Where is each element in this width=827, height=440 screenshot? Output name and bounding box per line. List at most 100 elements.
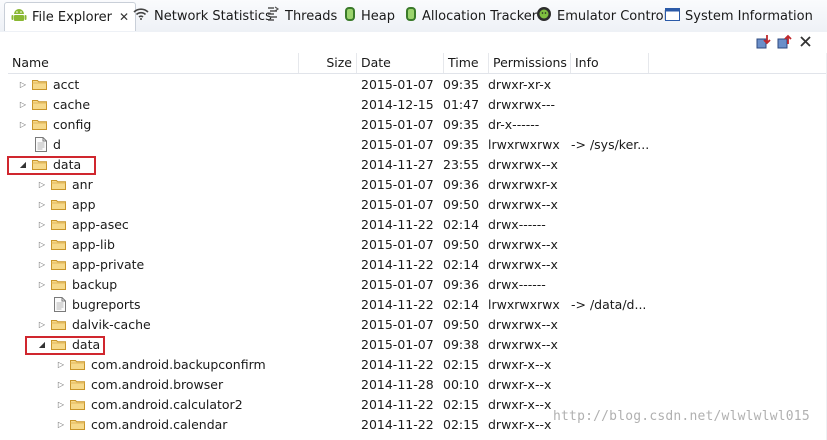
row-date: 2015-01-07 [361, 317, 434, 332]
row-permissions: drwxrwx--x [488, 157, 558, 172]
column-header-time[interactable]: Time [444, 53, 489, 73]
folder-icon [70, 359, 85, 370]
row-date: 2015-01-07 [361, 237, 434, 252]
row-time: 09:36 [443, 177, 480, 192]
push-file-icon[interactable] [777, 34, 792, 49]
column-header-size[interactable]: Size [299, 53, 357, 73]
row-date: 2015-01-07 [361, 337, 434, 352]
table-row[interactable]: ▷ acct 2015-01-07 09:35 drwxr-xr-x [0, 75, 827, 95]
row-name: backup [72, 277, 118, 292]
close-icon[interactable]: ✕ [119, 10, 129, 24]
tab-heap[interactable]: Heap [344, 3, 395, 29]
tab-file-explorer[interactable]: File Explorer ✕ [4, 2, 137, 31]
expand-arrow-icon[interactable]: ▷ [56, 355, 66, 375]
row-date: 2014-11-27 [361, 157, 434, 172]
folder-icon [32, 79, 47, 90]
row-name: app-asec [72, 217, 129, 232]
expand-arrow-icon[interactable]: ▷ [37, 195, 47, 215]
row-time: 02:15 [443, 357, 480, 372]
table-row[interactable]: ▷ com.android.browser 2014-11-28 00:10 drwxr… [0, 375, 827, 395]
expand-arrow-icon[interactable]: ▷ [18, 75, 28, 95]
row-name: app-lib [72, 237, 115, 252]
row-date: 2014-11-22 [361, 297, 434, 312]
file-tree: ▷ acct 2015-01-07 09:35 drwxr-xr-x ▷ cache 2014… [0, 75, 827, 440]
table-row[interactable]: ▷ app 2015-01-07 09:50 drwxrwx--x [0, 195, 827, 215]
delete-icon[interactable] [798, 34, 813, 49]
row-permissions: drwxr-x--x [488, 357, 552, 372]
row-time: 09:36 [443, 277, 480, 292]
expand-arrow-icon[interactable]: ▷ [37, 235, 47, 255]
row-permissions: drwxr-x--x [488, 397, 552, 412]
row-date: 2014-11-22 [361, 217, 434, 232]
table-row[interactable]: ▷ app-asec 2014-11-22 02:14 drwx------ [0, 215, 827, 235]
tab-threads[interactable]: Threads [266, 3, 337, 29]
table-row[interactable]: ◢ data 2014-11-27 23:55 drwxrwx--x [0, 155, 827, 175]
tab-network-statistics[interactable]: Network Statistics [133, 3, 272, 29]
row-time: 09:35 [443, 117, 480, 132]
expand-arrow-icon[interactable]: ▷ [56, 375, 66, 395]
expand-arrow-icon[interactable]: ▷ [56, 395, 66, 415]
column-header-date[interactable]: Date [357, 53, 444, 73]
wifi-icon [133, 7, 149, 25]
row-date: 2015-01-07 [361, 197, 434, 212]
column-header-info[interactable]: Info [571, 53, 649, 73]
folder-icon [51, 179, 66, 190]
table-row[interactable]: bugreports 2014-11-22 02:14 lrwxrwxrwx -> /d… [0, 295, 827, 315]
row-time: 00:10 [443, 377, 480, 392]
pull-file-icon[interactable] [756, 34, 771, 49]
column-header-permissions[interactable]: Permissions [489, 53, 571, 73]
row-info: -> /data/d... [571, 297, 647, 312]
tab-emulator-control[interactable]: Emulator Control [536, 3, 667, 29]
row-name: anr [72, 177, 93, 192]
table-row[interactable]: ◢ data 2015-01-07 09:38 drwxrwx--x [0, 335, 827, 355]
row-name: com.android.calendar [91, 417, 228, 432]
tab-label: Threads [285, 8, 338, 24]
row-time: 02:15 [443, 397, 480, 412]
row-name: com.android.calculator2 [91, 397, 243, 412]
row-time: 02:14 [443, 297, 480, 312]
folder-icon [32, 119, 47, 130]
tab-allocation-tracker[interactable]: Allocation Tracker [405, 3, 537, 29]
row-date: 2014-11-22 [361, 357, 434, 372]
expand-arrow-icon[interactable]: ▷ [37, 255, 47, 275]
file-icon [54, 297, 66, 312]
expand-arrow-icon[interactable]: ▷ [56, 415, 66, 435]
table-row[interactable]: ▷ com.android.backupconfirm 2014-11-22 02:1… [0, 355, 827, 375]
expand-arrow-icon[interactable]: ▷ [37, 175, 47, 195]
row-date: 2015-01-07 [361, 277, 434, 292]
row-date: 2014-12-15 [361, 97, 434, 112]
expand-arrow-icon[interactable]: ▷ [18, 95, 28, 115]
table-row[interactable]: ▷ app-private 2014-11-22 02:14 drwxrwx--x [0, 255, 827, 275]
folder-icon [51, 259, 66, 270]
row-info: -> /sys/ker... [571, 137, 650, 152]
row-time: 02:14 [443, 257, 480, 272]
threads-icon [266, 6, 280, 26]
expand-arrow-icon[interactable]: ▷ [18, 115, 28, 135]
table-row[interactable]: ▷ backup 2015-01-07 09:36 drwx------ [0, 275, 827, 295]
column-header-name[interactable]: Name [8, 53, 299, 73]
row-permissions: drwx------ [488, 217, 546, 232]
row-date: 2015-01-07 [361, 117, 434, 132]
tab-label: System Information [685, 8, 813, 24]
table-row[interactable]: ▷ anr 2015-01-07 09:36 drwxrwxr-x [0, 175, 827, 195]
tab-system-information[interactable]: System Information [665, 3, 813, 29]
expand-arrow-icon[interactable]: ▷ [37, 215, 47, 235]
tab-label: Allocation Tracker [422, 8, 538, 24]
row-name: dalvik-cache [72, 317, 151, 332]
expand-arrow-icon[interactable]: ▷ [37, 315, 47, 335]
table-row[interactable]: ▷ dalvik-cache 2015-01-07 09:50 drwxrwx--x [0, 315, 827, 335]
row-time: 09:50 [443, 197, 480, 212]
table-row[interactable]: ▷ config 2015-01-07 09:35 dr-x------ [0, 115, 827, 135]
row-date: 2015-01-07 [361, 177, 434, 192]
row-permissions: drwxrwx--x [488, 197, 558, 212]
table-row[interactable]: ▷ app-lib 2015-01-07 09:50 drwxrwx--x [0, 235, 827, 255]
tab-label: Heap [361, 8, 395, 24]
row-name: cache [53, 97, 91, 112]
row-time: 02:14 [443, 217, 480, 232]
table-row[interactable]: ▷ cache 2014-12-15 01:47 drwxrwx--- [0, 95, 827, 115]
row-name: app [72, 197, 96, 212]
expand-arrow-icon[interactable]: ▷ [37, 275, 47, 295]
row-permissions: drwxrwx--- [488, 97, 555, 112]
table-row[interactable]: d 2015-01-07 09:35 lrwxrwxrwx -> /sys/ker... [0, 135, 827, 155]
row-name: com.android.browser [91, 377, 224, 392]
